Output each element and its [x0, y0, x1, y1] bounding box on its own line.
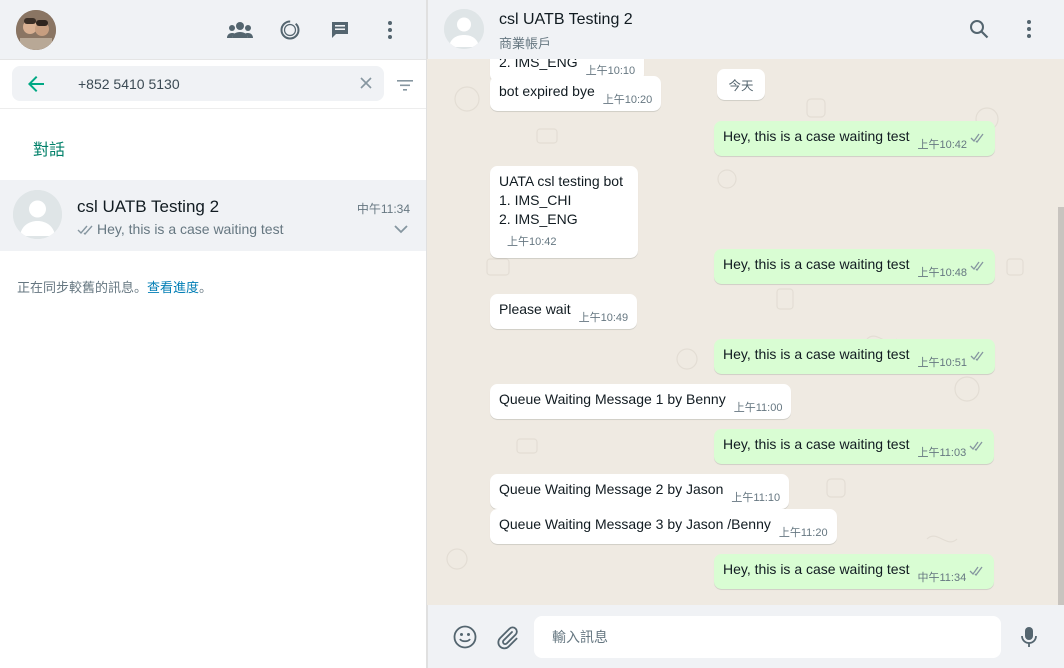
- message-text: bot expired bye: [499, 83, 595, 99]
- message-text: Queue Waiting Message 1 by Benny: [499, 391, 726, 407]
- microphone-icon[interactable]: [1016, 624, 1042, 650]
- message-text: Please wait: [499, 301, 571, 317]
- filter-icon[interactable]: [394, 74, 416, 96]
- chat-list-item[interactable]: csl UATB Testing 2 中午11:34 Hey, this is …: [0, 180, 426, 251]
- message-text: Queue Waiting Message 3 by Jason /Benny: [499, 516, 771, 532]
- message-bubble[interactable]: Hey, this is a case waiting test 上午10:48: [714, 249, 996, 284]
- message-bubble[interactable]: Queue Waiting Message 3 by Jason /Benny 上…: [490, 509, 837, 544]
- back-arrow-icon[interactable]: [24, 72, 48, 96]
- sync-status: 正在同步較舊的訊息。查看進度。: [17, 277, 212, 296]
- message-bubble[interactable]: Please wait 上午10:49: [490, 294, 638, 329]
- message-line: 1. IMS_CHI: [499, 192, 572, 208]
- clear-search-icon[interactable]: [356, 73, 376, 93]
- message-bubble[interactable]: Queue Waiting Message 1 by Benny 上午11:00: [490, 384, 792, 419]
- message-line: UATA csl testing bot: [499, 173, 623, 189]
- message-time: 上午10:48: [917, 267, 968, 279]
- message-time: 上午10:20: [602, 94, 653, 106]
- message-time: 上午10:49: [578, 312, 629, 324]
- message-time: 上午10:51: [917, 357, 968, 369]
- menu-icon[interactable]: [376, 16, 404, 44]
- contact-avatar[interactable]: [444, 9, 484, 49]
- date-separator: 今天: [717, 69, 765, 100]
- contact-name: csl UATB Testing 2: [499, 11, 633, 28]
- message-text: Hey, this is a case waiting test: [723, 436, 910, 452]
- double-tick-icon: [970, 261, 984, 271]
- left-header: [0, 0, 426, 60]
- message-time: 中午11:34: [917, 572, 967, 584]
- message-text: Hey, this is a case waiting test: [723, 256, 910, 272]
- search-input[interactable]: [78, 74, 348, 94]
- double-tick-icon: [969, 566, 983, 576]
- menu-icon[interactable]: [1015, 15, 1043, 43]
- sync-text: 正在同步較舊的訊息。: [17, 280, 148, 295]
- double-tick-icon: [77, 223, 95, 241]
- double-tick-icon: [970, 351, 984, 361]
- search-box: [12, 66, 384, 101]
- section-title-chats: 對話: [33, 142, 66, 159]
- double-tick-icon: [969, 441, 983, 451]
- message-time: 上午11:03: [917, 447, 967, 459]
- status-icon[interactable]: [276, 16, 304, 44]
- message-bubble[interactable]: Queue Waiting Message 2 by Jason 上午11:10: [490, 474, 790, 509]
- message-time: 上午11:10: [731, 492, 781, 504]
- emoji-icon[interactable]: [452, 624, 478, 650]
- new-chat-icon[interactable]: [326, 16, 354, 44]
- sync-suffix: 。: [199, 280, 213, 295]
- search-icon[interactable]: [965, 15, 993, 43]
- chat-time: 中午11:34: [356, 202, 410, 216]
- chevron-down-icon[interactable]: [392, 222, 410, 236]
- message-bubble[interactable]: Hey, this is a case waiting test 上午10:51: [714, 339, 996, 374]
- search-bar: [0, 60, 426, 109]
- attach-icon[interactable]: [494, 624, 520, 650]
- chat-preview: Hey, this is a case waiting test: [97, 221, 284, 237]
- message-bubble[interactable]: bot expired bye 上午10:20: [490, 76, 662, 111]
- chat-list-panel: 對話 csl UATB Testing 2 中午11:34 Hey, this …: [0, 0, 427, 668]
- contact-avatar: [13, 190, 62, 239]
- message-time: 上午11:20: [778, 527, 828, 539]
- message-text: Hey, this is a case waiting test: [723, 128, 910, 144]
- view-progress-link[interactable]: 查看進度: [147, 280, 199, 295]
- message-time: 上午11:00: [733, 402, 783, 414]
- business-account-label: 商業帳戶: [499, 36, 552, 51]
- message-text: Queue Waiting Message 2 by Jason: [499, 481, 724, 497]
- message-time: 上午10:42: [507, 236, 557, 248]
- communities-icon[interactable]: [226, 16, 254, 44]
- message-bubble[interactable]: Hey, this is a case waiting test 中午11:34: [714, 554, 995, 589]
- my-profile-avatar[interactable]: [16, 10, 56, 50]
- message-list[interactable]: 2. IMS_ENG上午10:10 今天 bot expired bye上午10…: [427, 59, 1064, 605]
- message-text: 2. IMS_ENG: [499, 59, 578, 70]
- message-bubble[interactable]: Hey, this is a case waiting test 上午10:42: [714, 121, 996, 156]
- message-time: 上午10:42: [917, 139, 968, 151]
- message-text: Hey, this is a case waiting test: [723, 346, 910, 362]
- message-text: Hey, this is a case waiting test: [723, 561, 910, 577]
- chat-name: csl UATB Testing 2: [77, 197, 220, 216]
- message-line: 2. IMS_ENG: [499, 211, 578, 227]
- composer-bar: [427, 605, 1064, 668]
- double-tick-icon: [970, 133, 984, 143]
- conversation-panel: csl UATB Testing 2 商業帳戶 2. IMS_ENG上午10:1…: [427, 0, 1064, 668]
- scrollbar[interactable]: [1058, 207, 1064, 605]
- message-bubble[interactable]: UATA csl testing bot 1. IMS_CHI 2. IMS_E…: [490, 166, 638, 258]
- message-input[interactable]: [534, 616, 1001, 658]
- conversation-header[interactable]: csl UATB Testing 2 商業帳戶: [427, 0, 1064, 59]
- message-bubble[interactable]: Hey, this is a case waiting test 上午11:03: [714, 429, 995, 464]
